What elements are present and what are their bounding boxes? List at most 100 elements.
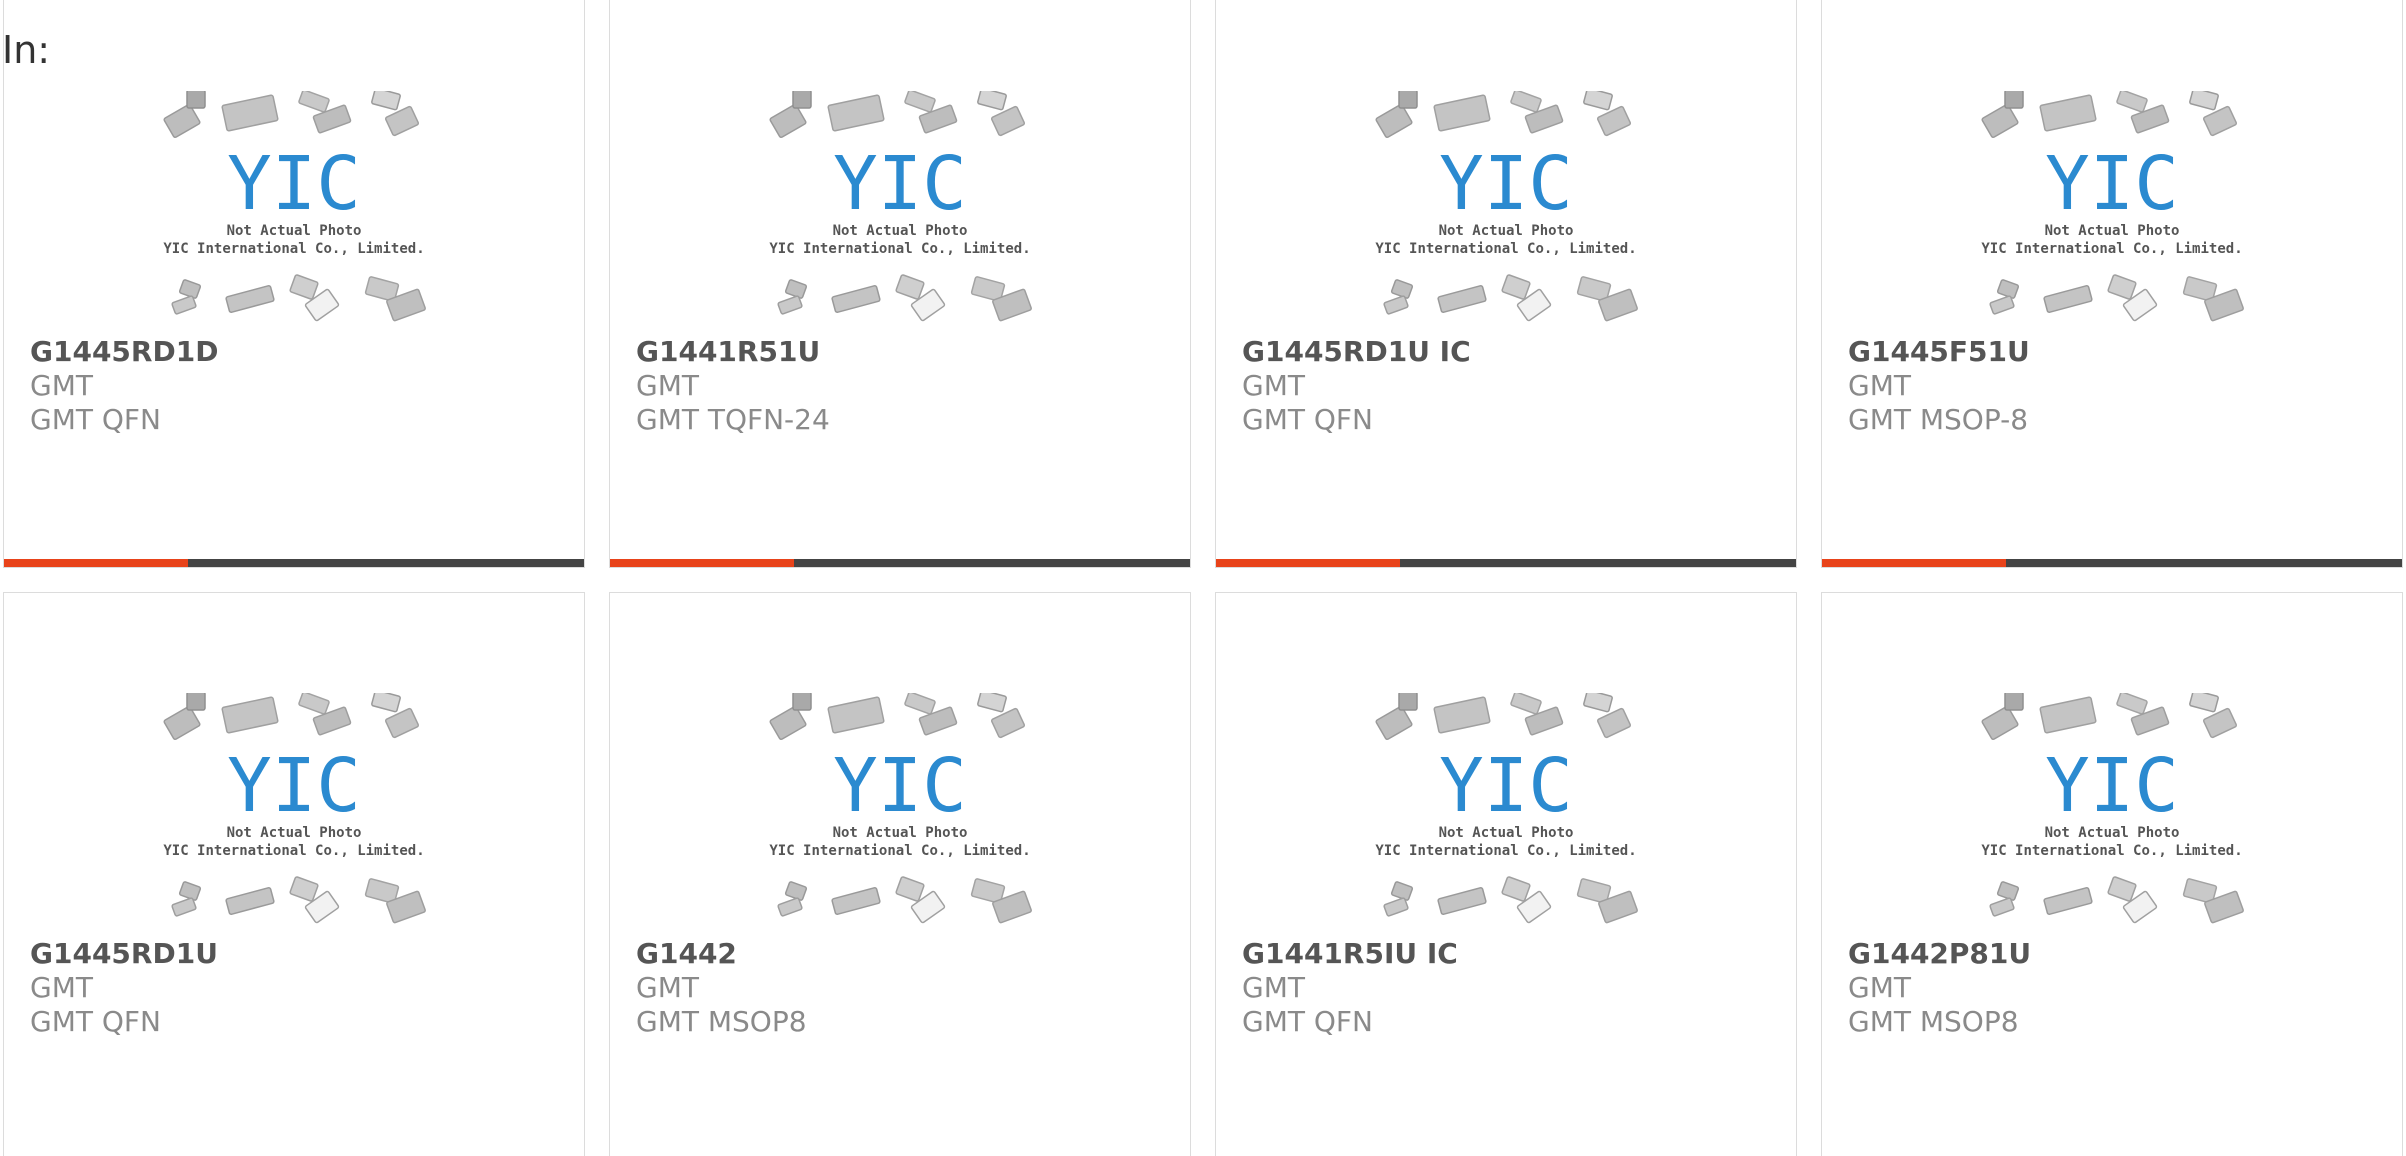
product-part-number[interactable]: G1445RD1U IC — [1242, 335, 1471, 368]
chip-shape — [384, 707, 420, 739]
product-part-number[interactable]: G1441R5IU IC — [1242, 937, 1458, 970]
product-card[interactable]: YIC Not Actual Photo YIC International Co.… — [1215, 0, 1797, 568]
product-part-number[interactable]: G1445RD1D — [30, 335, 218, 368]
chip-shape — [1375, 705, 1413, 741]
chip-shape — [777, 897, 803, 917]
chip-shape — [769, 705, 807, 741]
product-package: GMT TQFN-24 — [636, 403, 830, 436]
placeholder-caption-line1: Not Actual Photo — [227, 223, 362, 239]
chip-shape — [225, 285, 275, 313]
product-card[interactable]: YIC Not Actual Photo YIC International Co.… — [3, 592, 585, 1156]
product-card[interactable]: YIC Not Actual Photo YIC International Co.… — [609, 0, 1191, 568]
chip-shape — [163, 705, 201, 741]
chip-shape — [171, 897, 197, 917]
product-package: GMT MSOP8 — [636, 1005, 807, 1038]
chip-shape — [1433, 94, 1491, 132]
product-card[interactable]: YIC Not Actual Photo YIC International Co.… — [609, 592, 1191, 1156]
chip-shape — [1501, 876, 1531, 902]
product-placeholder-image: YIC Not Actual Photo YIC International Co.… — [1366, 693, 1646, 933]
chip-shape — [831, 887, 881, 915]
placeholder-artwork: YICNot Actual Photo YIC International Co.… — [769, 693, 1032, 924]
product-brand: GMT — [1848, 971, 1911, 1004]
yic-logo-icon: YIC — [833, 141, 967, 227]
card-bar-accent — [610, 559, 794, 567]
chip-shape — [904, 91, 936, 113]
placeholder-artwork: YICNot Actual Photo YIC International Co.… — [163, 693, 426, 924]
chip-shape — [2107, 274, 2137, 300]
product-part-number[interactable]: G1441R51U — [636, 335, 820, 368]
chip-shape — [2202, 105, 2238, 137]
chip-shape — [1510, 693, 1542, 715]
placeholder-artwork: YICNot Actual Photo YIC International Co.… — [163, 91, 426, 322]
chip-shape — [1383, 295, 1409, 315]
chip-shape — [298, 693, 330, 715]
chip-shape — [1981, 103, 2019, 139]
chip-shape — [371, 91, 401, 111]
chip-shape — [2202, 707, 2238, 739]
chip-shape — [827, 94, 885, 132]
placeholder-caption-line2: YIC International Co., Limited. — [1375, 843, 1636, 859]
chip-shape — [2004, 91, 2024, 109]
product-card[interactable]: YIC Not Actual Photo YIC International Co.… — [1821, 0, 2403, 568]
chip-shape — [895, 876, 925, 902]
yic-logo-icon: YIC — [1439, 743, 1573, 829]
product-package: GMT QFN — [1242, 403, 1373, 436]
chip-shape — [2107, 876, 2137, 902]
chip-shape — [792, 693, 812, 711]
chip-shape — [1383, 897, 1409, 917]
chip-shape — [371, 693, 401, 713]
placeholder-caption-line2: YIC International Co., Limited. — [1981, 241, 2242, 257]
yic-logo-icon: YIC — [1439, 141, 1573, 227]
chip-shape — [769, 103, 807, 139]
product-placeholder-image: YIC Not Actual Photo YIC International Co.… — [760, 693, 1040, 933]
chip-shape — [777, 295, 803, 315]
product-card[interactable]: YIC Not Actual Photo YIC International Co.… — [1215, 592, 1797, 1156]
chip-shape — [221, 696, 279, 734]
chip-shape — [1501, 274, 1531, 300]
product-package: GMT MSOP-8 — [1848, 403, 2029, 436]
product-brand: GMT — [1242, 369, 1305, 402]
product-part-number[interactable]: G1445RD1U — [30, 937, 218, 970]
card-bottom-bar — [610, 559, 1190, 567]
yic-logo-icon: YIC — [2045, 141, 2179, 227]
chip-shape — [1583, 91, 1613, 111]
chip-shape — [2189, 91, 2219, 111]
yic-logo-icon: YIC — [2045, 743, 2179, 829]
chip-shape — [163, 103, 201, 139]
placeholder-caption-line1: Not Actual Photo — [1439, 223, 1574, 239]
product-grid: YIC Not Actual Photo YIC International Co.… — [3, 0, 2403, 1156]
placeholder-caption-line2: YIC International Co., Limited. — [1375, 241, 1636, 257]
chip-shape — [2004, 693, 2024, 711]
product-brand: GMT — [636, 369, 699, 402]
product-card[interactable]: YIC Not Actual Photo YIC International Co.… — [3, 0, 585, 568]
chip-shape — [2116, 91, 2148, 113]
chip-shape — [2043, 887, 2093, 915]
product-part-number[interactable]: G1442 — [636, 937, 737, 970]
product-part-number[interactable]: G1442P81U — [1848, 937, 2031, 970]
product-brand: GMT — [1242, 971, 1305, 1004]
chip-shape — [1375, 103, 1413, 139]
card-bar-accent — [1216, 559, 1400, 567]
chip-shape — [895, 274, 925, 300]
chip-shape — [384, 105, 420, 137]
placeholder-caption-line2: YIC International Co., Limited. — [1981, 843, 2242, 859]
chip-shape — [831, 285, 881, 313]
card-bar-accent — [1822, 559, 2006, 567]
product-part-number[interactable]: G1445F51U — [1848, 335, 2030, 368]
placeholder-caption-line2: YIC International Co., Limited. — [769, 843, 1030, 859]
chip-shape — [1596, 105, 1632, 137]
product-placeholder-image: YIC Not Actual Photo YIC International Co.… — [1972, 91, 2252, 331]
chip-shape — [792, 91, 812, 109]
product-card[interactable]: YIC Not Actual Photo YIC International Co.… — [1821, 592, 2403, 1156]
product-package: GMT QFN — [30, 403, 161, 436]
placeholder-caption-line1: Not Actual Photo — [2045, 223, 2180, 239]
placeholder-caption-line2: YIC International Co., Limited. — [163, 843, 424, 859]
placeholder-artwork: YICNot Actual Photo YIC International Co.… — [1981, 91, 2244, 322]
chip-shape — [990, 707, 1026, 739]
product-package: GMT QFN — [30, 1005, 161, 1038]
chip-shape — [1437, 285, 1487, 313]
placeholder-caption-line1: Not Actual Photo — [2045, 825, 2180, 841]
chip-shape — [1596, 707, 1632, 739]
chip-shape — [977, 693, 1007, 713]
product-brand: GMT — [1848, 369, 1911, 402]
